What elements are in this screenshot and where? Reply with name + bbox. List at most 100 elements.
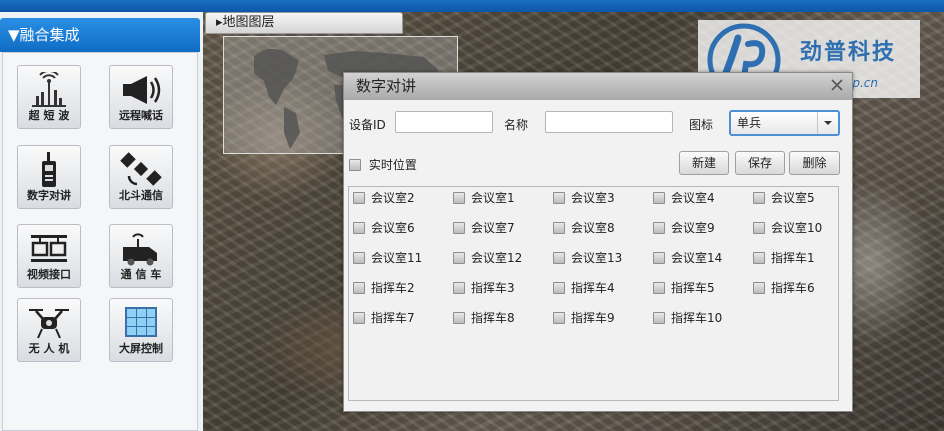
device-list-item[interactable]: 会议室9 [653, 219, 715, 236]
device-checkbox[interactable] [653, 252, 665, 264]
realtime-location-toggle[interactable]: 实时位置 [349, 156, 417, 173]
delete-button[interactable]: 删除 [789, 151, 840, 175]
icon-label: 图标 [689, 118, 714, 132]
icon-select-value: 单兵 [737, 116, 762, 130]
device-id-label: 设备ID [349, 118, 386, 132]
device-checkbox[interactable] [453, 192, 465, 204]
device-checkbox[interactable] [453, 252, 465, 264]
device-checkbox[interactable] [553, 222, 565, 234]
device-list-item[interactable]: 指挥车1 [753, 249, 815, 266]
device-list-item[interactable]: 会议室13 [553, 249, 622, 266]
device-checkbox[interactable] [753, 282, 765, 294]
name-input[interactable] [545, 111, 673, 133]
device-list-item[interactable]: 指挥车5 [653, 279, 715, 296]
tool-comm-vehicle[interactable]: 通 信 车 [109, 224, 173, 288]
tool-shortwave[interactable]: 超 短 波 [17, 65, 81, 129]
walkie-talkie-icon [42, 152, 56, 187]
tool-label: 数字对讲 [27, 189, 71, 202]
tool-video-interface[interactable]: 视频接口 [17, 224, 81, 288]
device-checkbox[interactable] [653, 282, 665, 294]
device-list-item[interactable]: 会议室11 [353, 249, 422, 266]
name-label: 名称 [504, 118, 529, 132]
device-list-item[interactable]: 指挥车3 [453, 279, 515, 296]
logo-text: 劲普科技 [800, 40, 897, 65]
device-checkbox[interactable] [553, 312, 565, 324]
close-icon[interactable] [830, 79, 844, 91]
comm-vehicle-icon [123, 233, 157, 266]
device-label: 指挥车3 [471, 281, 515, 295]
dialog-title[interactable]: 数字对讲 [344, 73, 852, 100]
device-list-item[interactable]: 会议室5 [753, 189, 815, 206]
icon-select[interactable]: 单兵 [729, 110, 840, 136]
device-list-item[interactable]: 会议室4 [653, 189, 715, 206]
device-label: 会议室6 [371, 221, 415, 235]
chevron-down-icon[interactable] [817, 112, 838, 134]
device-list-item[interactable]: 会议室3 [553, 189, 615, 206]
device-list-item[interactable]: 会议室6 [353, 219, 415, 236]
device-label: 指挥车6 [771, 281, 815, 295]
realtime-label: 实时位置 [368, 158, 417, 172]
big-screen-icon [125, 307, 157, 337]
device-label: 指挥车8 [471, 311, 515, 325]
device-label: 指挥车4 [571, 281, 615, 295]
device-list-item[interactable]: 指挥车2 [353, 279, 415, 296]
realtime-checkbox[interactable] [349, 159, 361, 171]
device-label: 指挥车7 [371, 311, 415, 325]
device-checkbox[interactable] [553, 282, 565, 294]
device-list-item[interactable]: 指挥车4 [553, 279, 615, 296]
device-list-item[interactable]: 指挥车7 [353, 309, 415, 326]
device-checkbox[interactable] [753, 252, 765, 264]
tool-big-screen[interactable]: 大屏控制 [109, 298, 173, 362]
device-list-item[interactable]: 会议室14 [653, 249, 722, 266]
device-label: 会议室4 [671, 191, 715, 205]
device-checkbox[interactable] [753, 222, 765, 234]
device-checkbox[interactable] [353, 312, 365, 324]
device-checkbox[interactable] [553, 252, 565, 264]
device-checkbox[interactable] [453, 222, 465, 234]
device-list-item[interactable]: 指挥车8 [453, 309, 515, 326]
tool-label: 大屏控制 [119, 342, 163, 355]
device-checkbox[interactable] [353, 192, 365, 204]
new-button[interactable]: 新建 [679, 151, 729, 175]
device-checkbox[interactable] [653, 312, 665, 324]
device-checkbox[interactable] [453, 312, 465, 324]
tool-beidou[interactable]: 北斗通信 [109, 145, 173, 209]
sidebar: ▼融合集成 超 短 波 远程喊话 数字对讲 北斗通信 视频接口 通 信 车 无 … [0, 12, 203, 431]
device-list-item[interactable]: 指挥车10 [653, 309, 722, 326]
window-controls [830, 79, 844, 94]
shortwave-icon [32, 72, 66, 107]
device-checkbox[interactable] [553, 192, 565, 204]
device-list-item[interactable]: 会议室7 [453, 219, 515, 236]
device-list-item[interactable]: 会议室8 [553, 219, 615, 236]
device-label: 会议室5 [771, 191, 815, 205]
map-layer-tab[interactable]: ▸地图图层 [205, 12, 403, 34]
sidebar-header[interactable]: ▼融合集成 [0, 18, 200, 52]
device-label: 会议室12 [471, 251, 523, 265]
device-list-item[interactable]: 会议室1 [453, 189, 515, 206]
save-button[interactable]: 保存 [735, 151, 785, 175]
megaphone-icon [123, 76, 161, 104]
device-id-input[interactable] [395, 111, 493, 133]
tool-digital-intercom[interactable]: 数字对讲 [17, 145, 81, 209]
device-checkbox[interactable] [453, 282, 465, 294]
device-list-item[interactable]: 指挥车9 [553, 309, 615, 326]
device-checkbox[interactable] [653, 192, 665, 204]
device-checkbox[interactable] [353, 282, 365, 294]
device-label: 指挥车5 [671, 281, 715, 295]
device-checkbox[interactable] [753, 192, 765, 204]
device-list-item[interactable]: 会议室12 [453, 249, 522, 266]
digital-intercom-dialog: 数字对讲 设备ID 名称 图标 单兵 实时位置 新建 保存 删除 会议室2 会议室… [343, 72, 853, 412]
device-list-item[interactable]: 会议室2 [353, 189, 415, 206]
tool-drone[interactable]: 无 人 机 [17, 298, 81, 362]
device-checkbox[interactable] [353, 222, 365, 234]
top-bar [0, 0, 944, 12]
device-label: 会议室11 [371, 251, 423, 265]
tool-remote-shout[interactable]: 远程喊话 [109, 65, 173, 129]
device-list-item[interactable]: 指挥车6 [753, 279, 815, 296]
device-label: 会议室3 [571, 191, 615, 205]
tool-label: 视频接口 [27, 268, 71, 281]
device-list-item[interactable]: 会议室10 [753, 219, 822, 236]
device-label: 会议室8 [571, 221, 615, 235]
device-checkbox[interactable] [353, 252, 365, 264]
device-checkbox[interactable] [653, 222, 665, 234]
